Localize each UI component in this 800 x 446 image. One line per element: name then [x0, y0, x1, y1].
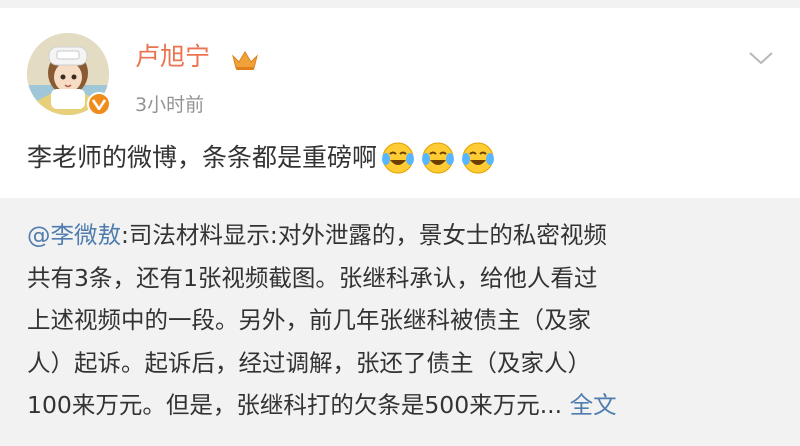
repost-line-text: :司法材料显示:对外泄露的，景女士的私密视频 — [121, 221, 607, 249]
repost-line: 共有3条，还有1张视频截图。张继科承认，给他人看过 — [27, 263, 598, 292]
reposted-content[interactable]: @李微敖:司法材料显示:对外泄露的，景女士的私密视频 共有3条，还有1张视频截图… — [0, 198, 800, 446]
full-text-link[interactable]: 全文 — [570, 391, 617, 419]
post-body: 李老师的微博，条条都是重磅啊 — [27, 141, 495, 175]
emoji-group — [381, 141, 495, 175]
author-name[interactable]: 卢旭宁 — [135, 42, 210, 72]
laugh-cry-emoji-icon — [382, 142, 415, 174]
post-timestamp: 3小时前 — [135, 94, 205, 116]
repost-line-text: 100来万元。但是，张继科打的欠条是500来万元... — [27, 391, 570, 419]
verified-badge — [87, 92, 111, 116]
post-text: 李老师的微博，条条都是重磅啊 — [27, 143, 378, 172]
laugh-cry-emoji-icon — [422, 142, 455, 174]
chevron-down-icon[interactable] — [746, 48, 776, 68]
repost-line: 人）起诉。起诉后，经过调解，张还了债主（及家人） — [27, 348, 591, 377]
repost-line: 上述视频中的一段。另外，前几年张继科被债主（及家 — [27, 306, 591, 334]
repost-text: @李微敖:司法材料显示:对外泄露的，景女士的私密视频 共有3条，还有1张视频截图… — [27, 214, 773, 427]
top-divider — [0, 0, 800, 8]
mention-link[interactable]: @李微敖 — [27, 221, 121, 249]
repost-line: 100来万元。但是，张继科打的欠条是500来万元... 全文 — [27, 384, 773, 427]
weibo-post-card: 卢旭宁 3小时前 李老师的微博，条条都是重磅啊 @李微敖:司法材料显示:对外泄露… — [0, 8, 800, 446]
verified-v-icon — [92, 99, 106, 110]
laugh-cry-emoji-icon — [462, 142, 495, 174]
repost-line: @李微敖:司法材料显示:对外泄露的，景女士的私密视频 — [27, 214, 773, 257]
crown-icon — [232, 51, 258, 70]
